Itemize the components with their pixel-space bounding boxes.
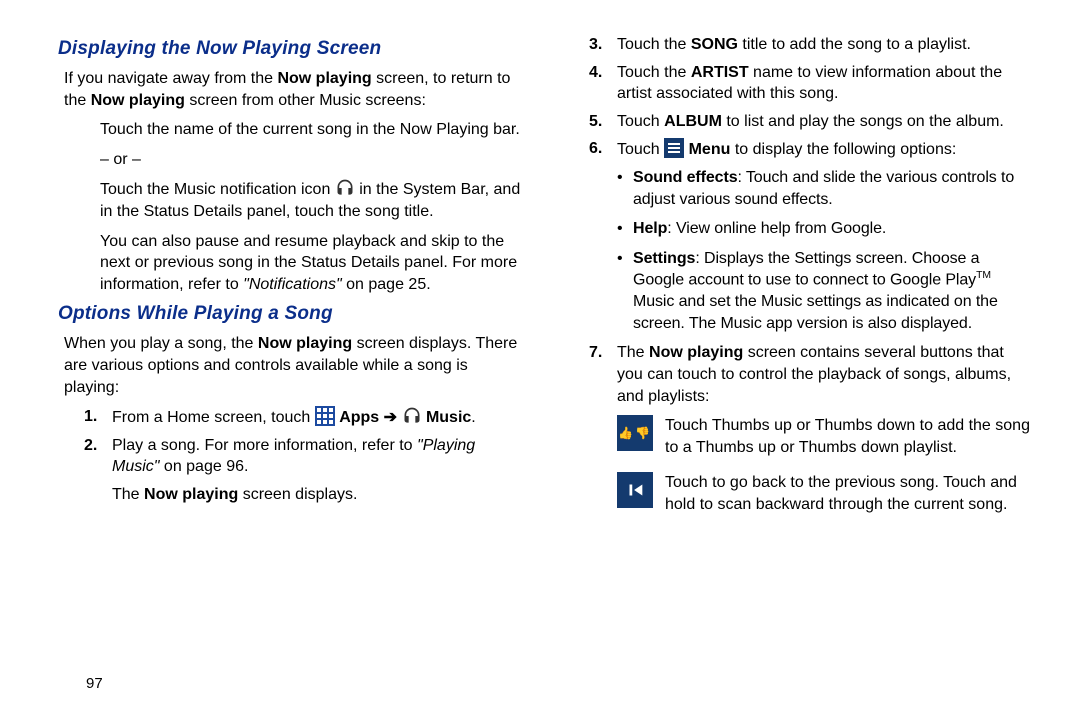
headphones-icon [335,178,355,198]
option-touch-bar: Touch the name of the current song in th… [100,119,527,141]
step-3: 3. Touch the SONG title to add the song … [589,34,1032,56]
page-number: 97 [86,675,103,692]
intro2-paragraph: When you play a song, the Now playing sc… [64,333,527,398]
previous-icon [617,472,653,508]
intro-paragraph: If you navigate away from the Now playin… [64,68,527,111]
thumbs-icon: 👍👎 [617,415,653,451]
step-5: 5. Touch ALBUM to list and play the song… [589,111,1032,133]
bullet-sound-effects: • Sound effects: Touch and slide the var… [617,167,1032,210]
music-icon [402,406,422,426]
prev-row: Touch to go back to the previous song. T… [617,472,1032,515]
step-7: 7. The Now playing screen contains sever… [589,342,1032,407]
step-4: 4. Touch the ARTIST name to view informa… [589,62,1032,105]
option-status-details: You can also pause and resume playback a… [100,231,527,296]
thumbs-row: 👍👎 Touch Thumbs up or Thumbs down to add… [617,415,1032,458]
bullet-help: • Help: View online help from Google. [617,218,1032,240]
step-2-sub: The Now playing screen displays. [112,484,527,506]
menu-icon [664,138,684,158]
apps-icon [315,406,335,426]
step-6: 6. Touch Menu to display the following o… [589,138,1032,161]
right-column: 3. Touch the SONG title to add the song … [563,34,1032,530]
left-column: Displaying the Now Playing Screen If you… [58,34,527,530]
option-touch-notification: Touch the Music notification icon in the… [100,178,527,222]
thumbs-text: Touch Thumbs up or Thumbs down to add th… [665,415,1032,458]
step-1: 1. From a Home screen, touch Apps ➔ Musi… [84,406,527,429]
heading-display-now-playing: Displaying the Now Playing Screen [58,38,527,60]
bullet-settings: • Settings: Displays the Settings screen… [617,248,1032,335]
or-divider: – or – [100,149,527,171]
step-2: 2. Play a song. For more information, re… [84,435,527,478]
prev-text: Touch to go back to the previous song. T… [665,472,1032,515]
heading-options-while-playing: Options While Playing a Song [58,303,527,325]
